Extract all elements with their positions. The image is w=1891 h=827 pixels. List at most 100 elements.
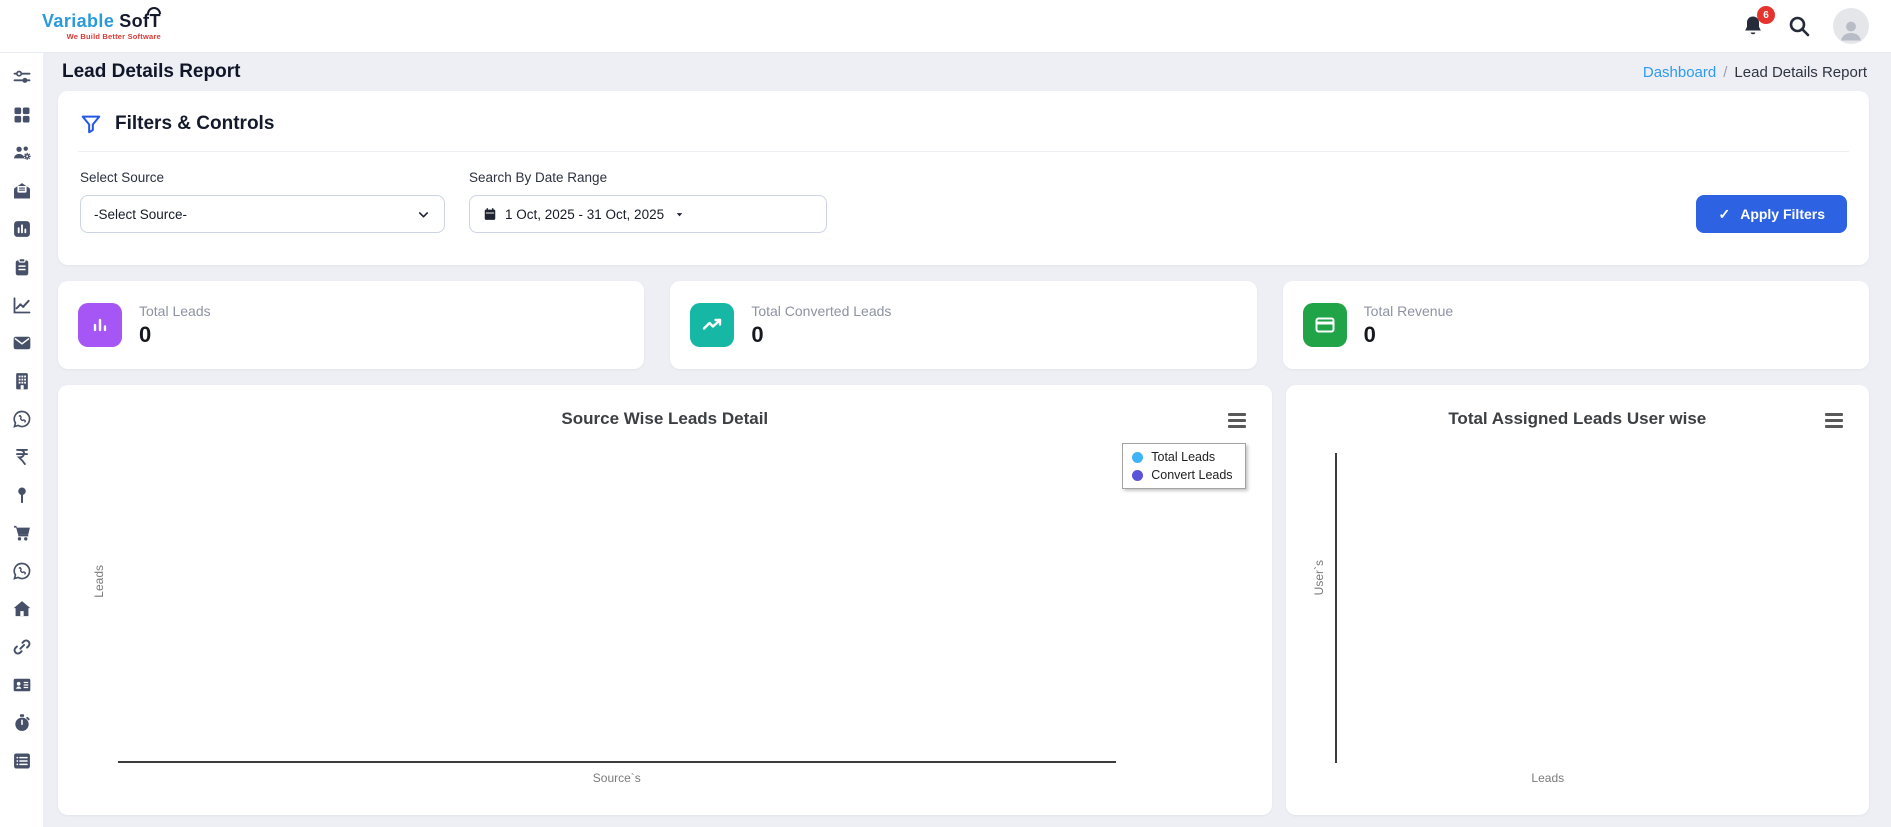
whatsapp-icon	[12, 562, 30, 580]
home-icon	[13, 601, 30, 617]
notification-badge: 6	[1757, 6, 1775, 24]
stat-label: Total Converted Leads	[751, 302, 892, 319]
brand-umbrella-t: T	[149, 10, 161, 31]
legend-dot	[1132, 469, 1144, 481]
sidebar-item-timer[interactable]	[11, 713, 32, 733]
sidebar-item-reports[interactable]	[11, 219, 32, 239]
filters-panel: Filters & Controls Select Source -Select…	[58, 91, 1869, 265]
clipboard-icon	[15, 258, 28, 276]
map-pin-icon	[17, 487, 26, 504]
sidebar-item-whatsapp-2[interactable]	[11, 561, 32, 581]
stat-card-total-leads: Total Leads 0	[58, 281, 645, 369]
cart-icon	[13, 525, 30, 541]
search-icon	[1789, 16, 1810, 37]
x-axis-label: Leads	[1531, 771, 1565, 785]
y-axis-label: Leads	[92, 565, 106, 598]
notifications-button[interactable]: 6	[1741, 6, 1775, 38]
date-range-label: Search By Date Range	[469, 170, 608, 185]
stopwatch-icon	[14, 714, 30, 731]
bar-chart-square-icon	[13, 221, 30, 237]
envelope-icon	[13, 336, 30, 350]
sidebar-item-settings[interactable]	[11, 67, 32, 87]
brand-tagline: We Build Better Software	[66, 31, 161, 41]
breadcrumb-separator: /	[1723, 63, 1728, 81]
chart-menu-button[interactable]	[1226, 411, 1248, 430]
stat-label: Total Revenue	[1363, 302, 1454, 319]
id-card-icon	[13, 678, 30, 692]
page-title: Lead Details Report	[62, 61, 241, 82]
sidebar	[0, 53, 44, 827]
filter-funnel-icon	[81, 115, 101, 134]
list-icon	[13, 753, 30, 769]
chart-title: Source Wise Leads Detail	[561, 409, 769, 428]
sliders-icon	[13, 70, 30, 83]
legend-item-total-leads[interactable]: Total Leads	[1132, 450, 1232, 464]
legend-dot	[1132, 451, 1144, 463]
bar-chart-icon	[78, 303, 122, 347]
sidebar-item-company[interactable]	[11, 371, 32, 391]
chart-legend: Total Leads Convert Leads	[1122, 443, 1246, 489]
date-range-picker[interactable]: 1 Oct, 2025 - 31 Oct, 2025	[469, 195, 827, 233]
sidebar-item-links[interactable]	[11, 637, 32, 657]
main-content: Lead Details Report Dashboard / Lead Det…	[44, 53, 1891, 815]
filters-title: Filters & Controls	[115, 113, 275, 134]
apply-filters-button[interactable]: ✓ Apply Filters	[1696, 195, 1847, 233]
select-source-label: Select Source	[80, 170, 165, 185]
sidebar-item-home[interactable]	[11, 599, 32, 619]
check-icon: ✓	[1718, 205, 1731, 222]
calendar-icon	[484, 208, 496, 220]
chart-menu-button[interactable]	[1823, 411, 1845, 430]
credit-card-icon	[1302, 303, 1347, 347]
stat-value: 0	[751, 321, 764, 347]
y-axis-label: User`s	[1311, 560, 1326, 596]
source-select[interactable]: -Select Source-	[80, 195, 445, 233]
chevron-down-icon	[418, 211, 429, 217]
caret-down-icon	[676, 212, 683, 216]
apply-filters-label: Apply Filters	[1740, 206, 1825, 222]
sidebar-item-orders[interactable]	[11, 523, 32, 543]
chart-title: Total Assigned Leads User wise	[1448, 409, 1707, 428]
search-button[interactable]	[1787, 14, 1811, 38]
brand-name-primary: Variable	[42, 10, 115, 31]
sidebar-item-analytics[interactable]	[11, 295, 32, 315]
source-wise-leads-chart: Source Wise Leads Detail Total Leads Con…	[58, 385, 1272, 815]
user-silhouette-icon	[1841, 21, 1861, 41]
charts-row: Source Wise Leads Detail Total Leads Con…	[58, 385, 1869, 815]
sidebar-item-payments[interactable]	[11, 447, 32, 467]
sidebar-item-tasks[interactable]	[11, 257, 32, 277]
stats-row: Total Leads 0 Total Converted Leads 0 To…	[58, 281, 1869, 369]
users-gear-icon	[13, 146, 31, 160]
source-select-value: -Select Source-	[94, 206, 188, 222]
sidebar-item-dashboard[interactable]	[11, 105, 32, 125]
sidebar-item-inbox[interactable]	[11, 181, 32, 201]
sidebar-item-users[interactable]	[11, 143, 32, 163]
sidebar-item-lists[interactable]	[11, 751, 32, 771]
whatsapp-icon	[12, 410, 30, 428]
date-range-value: 1 Oct, 2025 - 31 Oct, 2025	[505, 206, 665, 222]
breadcrumb-dashboard-link[interactable]: Dashboard	[1643, 64, 1716, 81]
line-chart-icon	[13, 297, 30, 314]
stat-card-total-revenue: Total Revenue 0	[1282, 281, 1869, 369]
sidebar-item-location[interactable]	[11, 485, 32, 505]
breadcrumb-current: Lead Details Report	[1734, 63, 1867, 81]
building-icon	[15, 373, 28, 390]
brand-logo[interactable]: Variable SofT We Build Better Software	[42, 12, 161, 41]
legend-label: Total Leads	[1151, 450, 1216, 464]
stat-card-total-converted-leads: Total Converted Leads 0	[670, 281, 1257, 369]
chart-plot-area	[1334, 453, 1761, 763]
topbar: Variable SofT We Build Better Software 6	[0, 0, 1891, 53]
assigned-leads-user-wise-chart: Total Assigned Leads User wise User`s Le…	[1285, 385, 1869, 815]
legend-item-convert-leads[interactable]: Convert Leads	[1132, 468, 1233, 482]
stat-value: 0	[139, 321, 152, 347]
sidebar-item-mail[interactable]	[11, 333, 32, 353]
brand-name-secondary: Sof	[119, 10, 150, 31]
link-icon	[13, 639, 30, 655]
x-axis-label: Source`s	[592, 771, 641, 785]
sidebar-item-contacts[interactable]	[11, 675, 32, 695]
rupee-icon	[15, 449, 28, 465]
avatar[interactable]	[1833, 8, 1869, 44]
breadcrumb: Dashboard / Lead Details Report	[1643, 64, 1867, 81]
trend-up-icon	[690, 303, 735, 347]
legend-label: Convert Leads	[1151, 468, 1233, 482]
sidebar-item-whatsapp[interactable]	[11, 409, 32, 429]
